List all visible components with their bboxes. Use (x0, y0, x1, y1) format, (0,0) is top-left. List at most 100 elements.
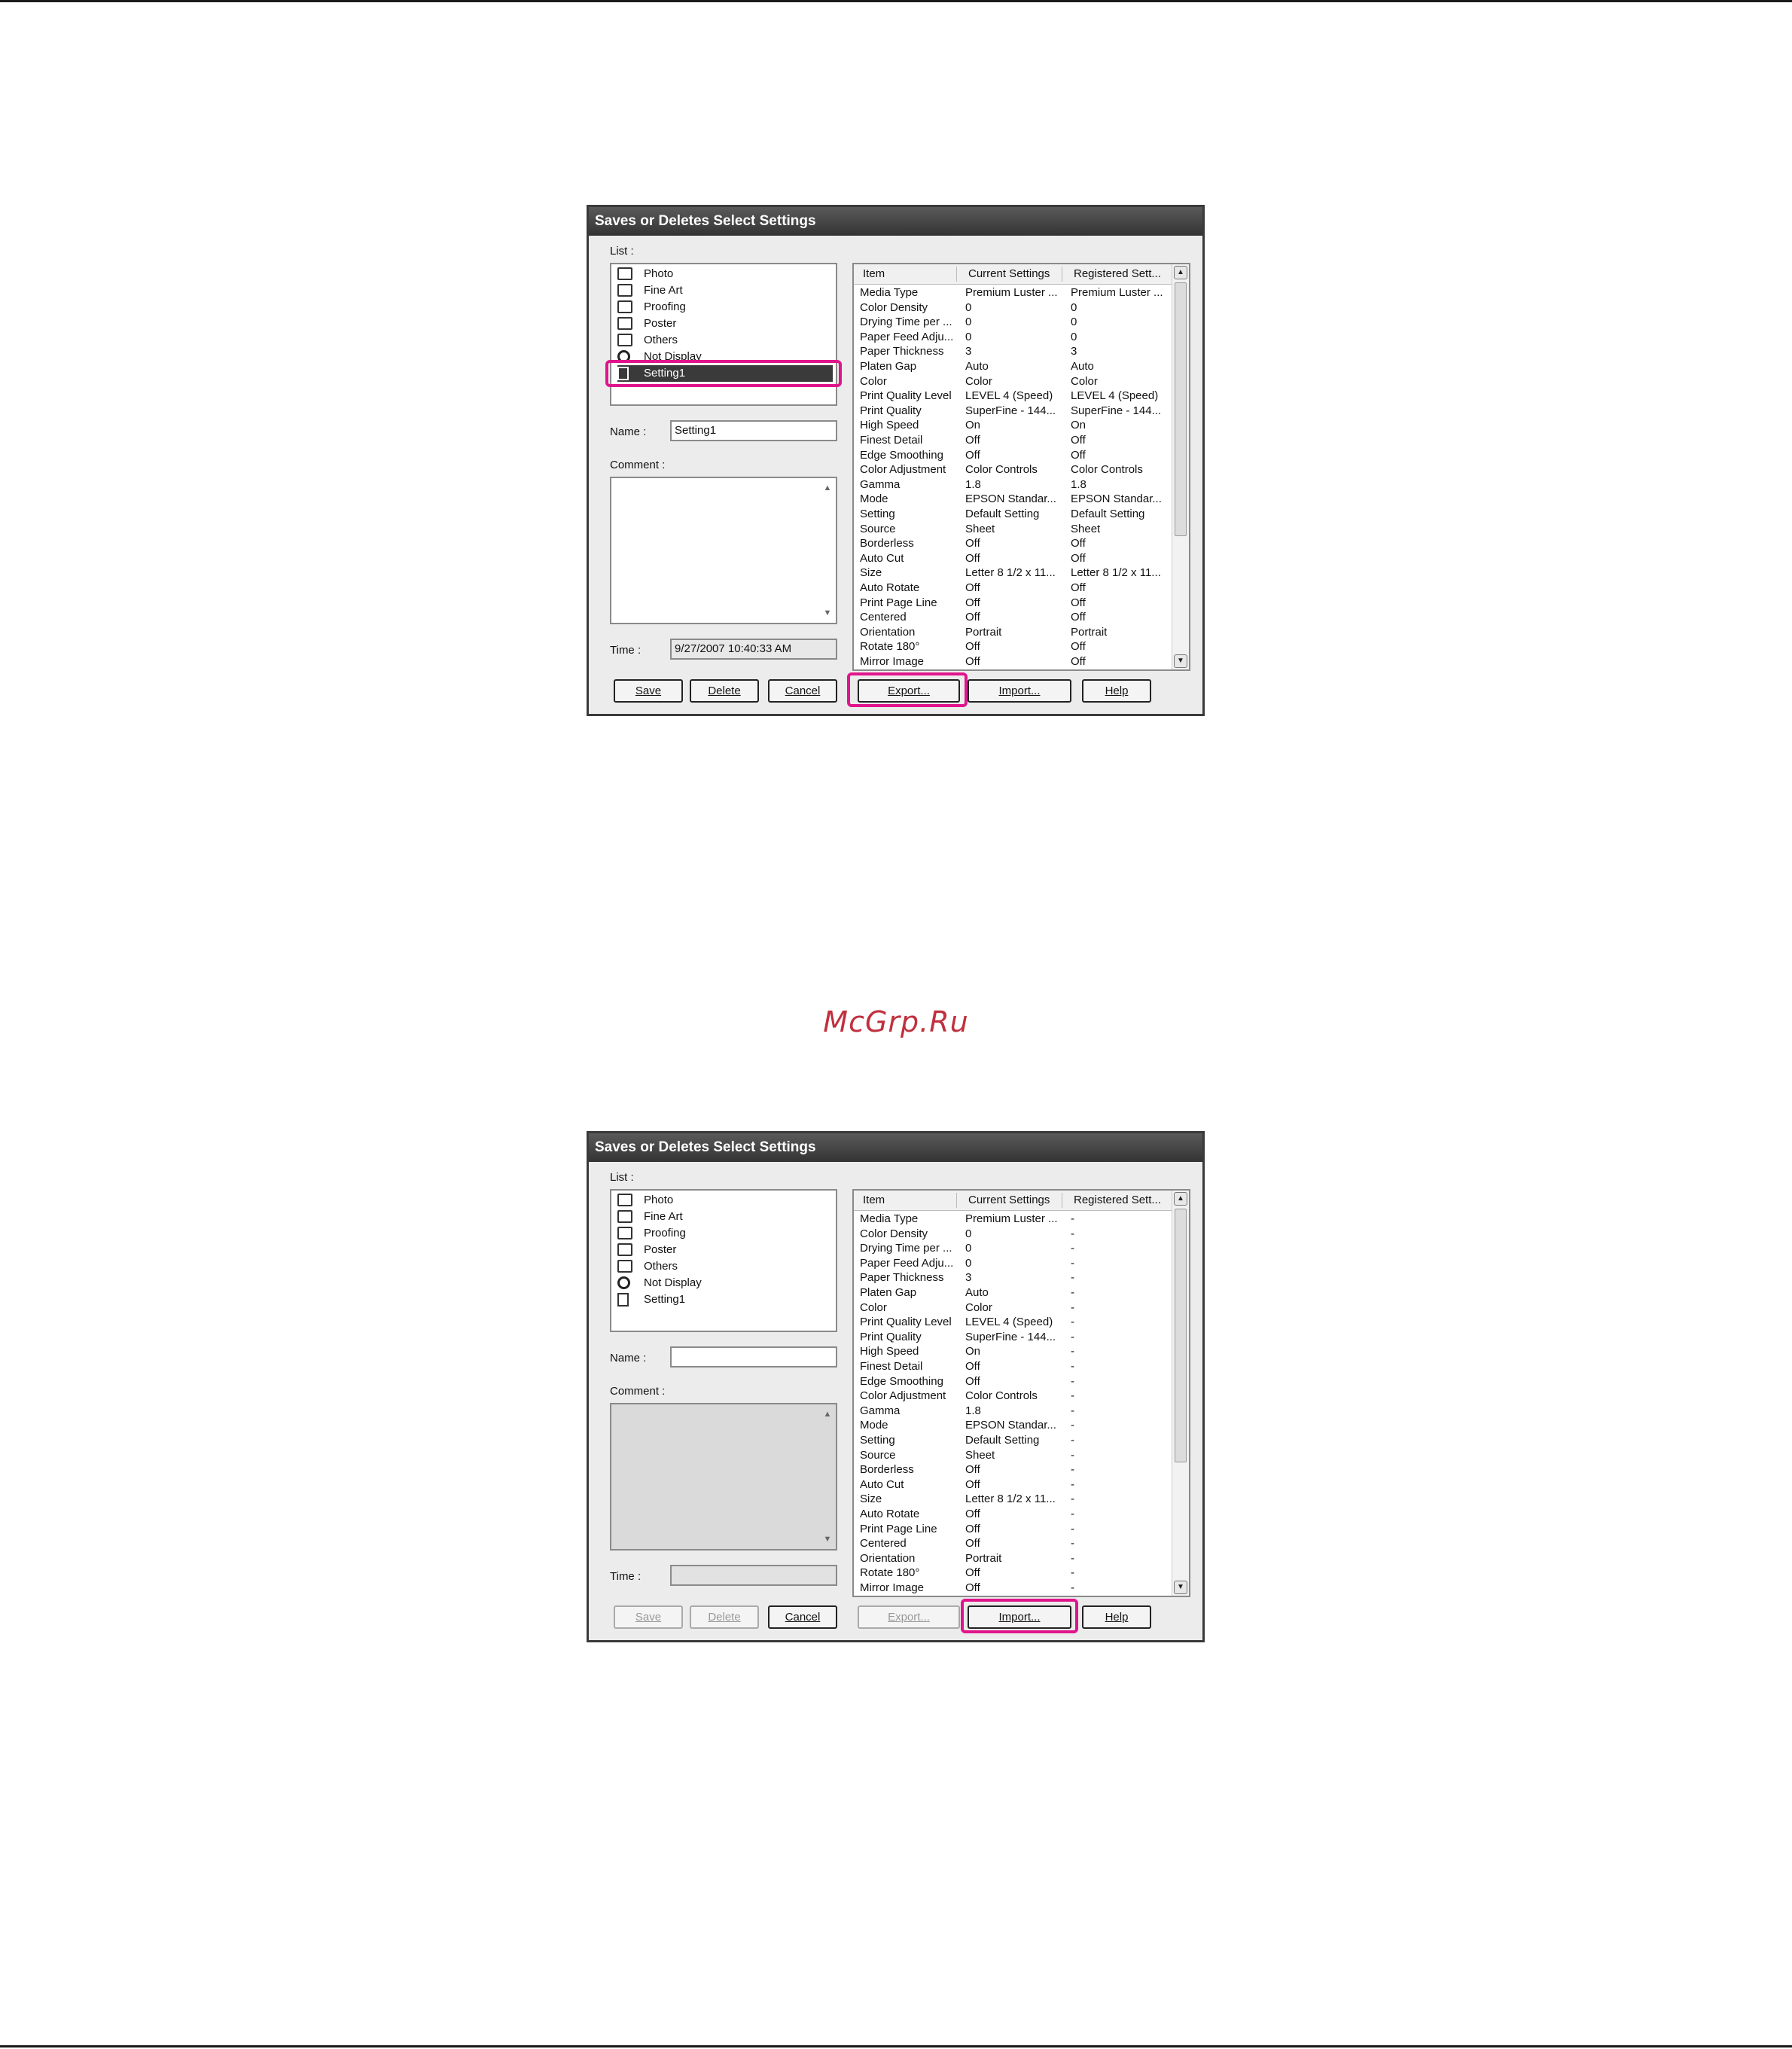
table-row[interactable]: Color Adjustment Color Controls Color Cont… (854, 462, 1173, 477)
scroll-down-icon[interactable]: ▼ (821, 1532, 834, 1546)
table-row[interactable]: Setting Default Setting - (854, 1433, 1173, 1448)
comment-field[interactable]: ▲ ▼ (610, 1403, 837, 1550)
table-row[interactable]: Platen Gap Auto Auto (854, 359, 1173, 374)
list-item-proofing[interactable]: Proofing (617, 299, 833, 316)
help-button[interactable]: Help (1082, 679, 1151, 703)
list-item-photo[interactable]: Photo (617, 266, 833, 282)
settings-table[interactable]: Item Current Settings Registered Sett...… (852, 1189, 1190, 1597)
table-row[interactable]: Color Density 0 0 (854, 300, 1173, 316)
table-row[interactable]: Print Quality Level LEVEL 4 (Speed) - (854, 1315, 1173, 1330)
scroll-up-icon[interactable]: ▲ (821, 1407, 834, 1421)
comment-scrollbar[interactable]: ▲ ▼ (821, 480, 834, 621)
delete-button[interactable]: Delete (690, 679, 759, 703)
column-header-item[interactable]: Item (863, 1191, 885, 1210)
name-field[interactable]: Setting1 (670, 420, 837, 441)
table-row[interactable]: Edge Smoothing Off Off (854, 448, 1173, 463)
list-item-poster[interactable]: Poster (617, 1242, 833, 1258)
scroll-thumb[interactable] (1175, 282, 1187, 536)
table-row[interactable]: Color Color Color (854, 374, 1173, 389)
table-row[interactable]: Source Sheet Sheet (854, 522, 1173, 537)
table-row[interactable]: Mirror Image Off Off (854, 654, 1173, 669)
table-row[interactable]: Print Quality SuperFine - 144... - (854, 1330, 1173, 1345)
scroll-down-icon[interactable]: ▼ (1174, 1581, 1187, 1594)
list-item-fine-art[interactable]: Fine Art (617, 1209, 833, 1225)
table-row[interactable]: Borderless Off - (854, 1462, 1173, 1477)
table-row[interactable]: Platen Gap Auto - (854, 1285, 1173, 1300)
cancel-button[interactable]: Cancel (768, 1605, 837, 1629)
table-row[interactable]: Paper Feed Adju... 0 0 (854, 330, 1173, 345)
table-row[interactable]: Rotate 180° Off Off (854, 639, 1173, 654)
table-row[interactable]: Edge Smoothing Off - (854, 1374, 1173, 1389)
table-row[interactable]: High Speed On - (854, 1344, 1173, 1359)
table-row[interactable]: Rotate 180° Off - (854, 1566, 1173, 1581)
table-row[interactable]: Color Color - (854, 1300, 1173, 1316)
table-row[interactable]: High Speed On On (854, 418, 1173, 433)
import-button[interactable]: Import... (968, 679, 1071, 703)
scroll-down-icon[interactable]: ▼ (821, 606, 834, 620)
save-button[interactable]: Save (614, 1605, 683, 1629)
table-scrollbar[interactable]: ▲ ▼ (1172, 1191, 1189, 1596)
table-row[interactable]: Print Quality SuperFine - 144... SuperFine… (854, 404, 1173, 419)
table-row[interactable]: Centered Off Off (854, 610, 1173, 625)
settings-list[interactable]: Photo Fine Art Proofing Poster Others No… (610, 1189, 837, 1332)
table-row[interactable]: Media Type Premium Luster ... - (854, 1212, 1173, 1227)
table-row[interactable]: Orientation Portrait Portrait (854, 625, 1173, 640)
column-header-registered[interactable]: Registered Sett... (1074, 264, 1161, 284)
table-row[interactable]: Source Sheet - (854, 1448, 1173, 1463)
table-row[interactable]: Finest Detail Off - (854, 1359, 1173, 1374)
list-item-others[interactable]: Others (617, 1258, 833, 1275)
scroll-up-icon[interactable]: ▲ (821, 481, 834, 495)
table-row[interactable]: Borderless Off Off (854, 536, 1173, 551)
table-row[interactable]: Drying Time per ... 0 - (854, 1241, 1173, 1256)
list-item-not-display[interactable]: Not Display (617, 1275, 833, 1291)
table-row[interactable]: Drying Time per ... 0 0 (854, 315, 1173, 330)
table-row[interactable]: Mirror Image Off - (854, 1581, 1173, 1596)
table-row[interactable]: Paper Feed Adju... 0 - (854, 1256, 1173, 1271)
column-header-item[interactable]: Item (863, 264, 885, 284)
table-row[interactable]: Print Page Line Off Off (854, 596, 1173, 611)
export-button[interactable]: Export... (858, 1605, 960, 1629)
scroll-up-icon[interactable]: ▲ (1174, 266, 1187, 279)
list-item-poster[interactable]: Poster (617, 316, 833, 332)
scroll-thumb[interactable] (1175, 1209, 1187, 1462)
table-row[interactable]: Centered Off - (854, 1536, 1173, 1551)
list-item-photo[interactable]: Photo (617, 1192, 833, 1209)
table-scrollbar[interactable]: ▲ ▼ (1172, 264, 1189, 669)
name-field[interactable] (670, 1346, 837, 1368)
table-row[interactable]: Color Adjustment Color Controls - (854, 1389, 1173, 1404)
table-row[interactable]: Media Type Premium Luster ... Premium Lust… (854, 285, 1173, 300)
scroll-down-icon[interactable]: ▼ (1174, 654, 1187, 668)
save-button[interactable]: Save (614, 679, 683, 703)
settings-table[interactable]: Item Current Settings Registered Sett...… (852, 263, 1190, 671)
comment-field[interactable]: ▲ ▼ (610, 477, 837, 624)
table-row[interactable]: Auto Rotate Off Off (854, 581, 1173, 596)
table-row[interactable]: Paper Thickness 3 3 (854, 344, 1173, 359)
table-row[interactable]: Gamma 1.8 - (854, 1404, 1173, 1419)
table-row[interactable]: Mode EPSON Standar... - (854, 1418, 1173, 1433)
help-button[interactable]: Help (1082, 1605, 1151, 1629)
list-item-fine-art[interactable]: Fine Art (617, 282, 833, 299)
column-header-current[interactable]: Current Settings (968, 264, 1050, 284)
table-row[interactable]: Gamma 1.8 1.8 (854, 477, 1173, 492)
table-row[interactable]: Auto Rotate Off - (854, 1507, 1173, 1522)
delete-button[interactable]: Delete (690, 1605, 759, 1629)
cancel-button[interactable]: Cancel (768, 679, 837, 703)
list-item-others[interactable]: Others (617, 332, 833, 349)
table-row[interactable]: Size Letter 8 1/2 x 11... - (854, 1492, 1173, 1507)
table-row[interactable]: Auto Cut Off Off (854, 551, 1173, 566)
table-row[interactable]: Size Letter 8 1/2 x 11... Letter 8 1/2 x 1… (854, 566, 1173, 581)
table-row[interactable]: Color Density 0 - (854, 1227, 1173, 1242)
comment-scrollbar[interactable]: ▲ ▼ (821, 1406, 834, 1547)
table-row[interactable]: Setting Default Setting Default Setting (854, 507, 1173, 522)
table-row[interactable]: Paper Thickness 3 - (854, 1270, 1173, 1285)
table-row[interactable]: Print Page Line Off - (854, 1522, 1173, 1537)
table-row[interactable]: Finest Detail Off Off (854, 433, 1173, 448)
column-header-current[interactable]: Current Settings (968, 1191, 1050, 1210)
list-item-setting1[interactable]: Setting1 (617, 1291, 833, 1308)
scroll-up-icon[interactable]: ▲ (1174, 1192, 1187, 1206)
column-header-registered[interactable]: Registered Sett... (1074, 1191, 1161, 1210)
table-row[interactable]: Auto Cut Off - (854, 1477, 1173, 1493)
table-row[interactable]: Orientation Portrait - (854, 1551, 1173, 1566)
list-item-proofing[interactable]: Proofing (617, 1225, 833, 1242)
table-row[interactable]: Print Quality Level LEVEL 4 (Speed) LEVEL … (854, 389, 1173, 404)
